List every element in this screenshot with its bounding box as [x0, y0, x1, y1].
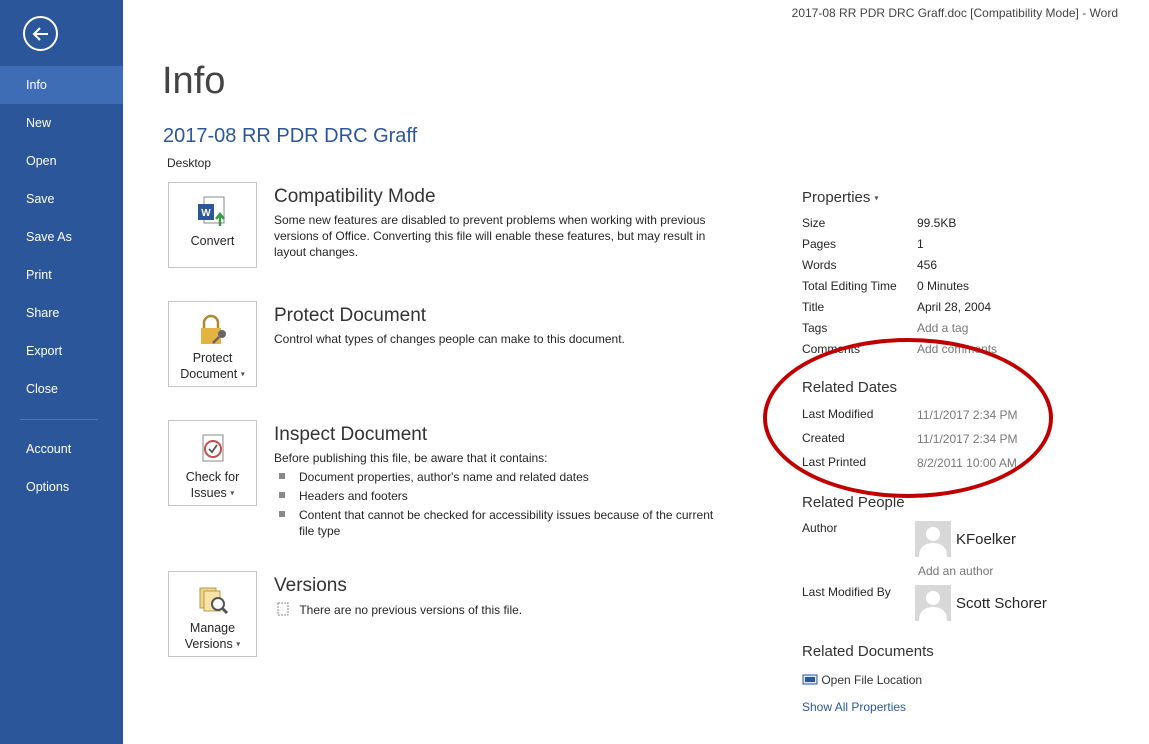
prop-value-editing-time: 0 Minutes	[917, 279, 970, 293]
prop-label-pages: Pages	[802, 237, 837, 251]
prop-value-words: 456	[917, 258, 938, 272]
nav-save[interactable]: Save	[0, 180, 123, 218]
last-modified-by-avatar	[915, 585, 951, 621]
page-title: Info	[162, 60, 226, 102]
versions-desc: There are no previous versions of this f…	[299, 603, 523, 617]
properties-dropdown[interactable]: Properties ▾	[802, 189, 879, 206]
person-icon	[919, 591, 947, 621]
nav-open[interactable]: Open	[0, 142, 123, 180]
author-avatar	[915, 521, 951, 557]
caret-down-icon: ▾	[230, 488, 235, 498]
protect-document-title: Protect Document	[274, 305, 427, 326]
document-icon	[277, 602, 289, 616]
caret-down-icon: ▾	[874, 193, 879, 203]
manage-versions-label-line1: Manage	[189, 621, 236, 635]
nav-share[interactable]: Share	[0, 294, 123, 332]
person-icon	[919, 527, 947, 557]
window-title: 2017-08 RR PDR DRC Graff.doc [Compatibil…	[791, 6, 1118, 20]
backstage-sidebar: Info New Open Save Save As Print Share E…	[0, 0, 123, 744]
prop-value-title[interactable]: April 28, 2004	[917, 300, 991, 314]
open-file-location-link[interactable]: Open File Location	[802, 673, 922, 687]
prop-label-editing-time: Total Editing Time	[802, 279, 897, 293]
nav-new[interactable]: New	[0, 104, 123, 142]
author-label: Author	[802, 521, 838, 535]
list-item: Document properties, author's name and r…	[278, 469, 718, 485]
folder-location-icon	[802, 674, 818, 685]
add-comments-field[interactable]: Add comments	[917, 342, 997, 356]
caret-down-icon: ▾	[240, 369, 245, 379]
lock-key-icon	[200, 314, 226, 344]
related-documents-title: Related Documents	[802, 643, 934, 660]
date-label-last-printed: Last Printed	[802, 455, 867, 469]
compatibility-mode-desc: Some new features are disabled to preven…	[274, 213, 706, 259]
prop-label-title: Title	[802, 300, 825, 314]
versions-icon	[199, 587, 228, 615]
prop-label-words: Words	[802, 258, 837, 272]
document-name: 2017-08 RR PDR DRC Graff	[163, 125, 418, 147]
check-issues-label-line2: Issues	[190, 486, 227, 500]
compatibility-mode-title: Compatibility Mode	[274, 186, 436, 207]
caret-down-icon: ▾	[236, 639, 241, 649]
inspect-bullet-list: Document properties, author's name and r…	[278, 469, 718, 542]
svg-text:W: W	[201, 208, 211, 219]
inspect-document-desc: Before publishing this file, be aware th…	[274, 451, 548, 465]
back-button[interactable]	[23, 16, 58, 51]
last-modified-by-name[interactable]: Scott Schorer	[956, 595, 1047, 612]
date-value-last-modified: 11/1/2017 2:34 PM	[917, 408, 1018, 422]
nav-options[interactable]: Options	[0, 468, 123, 506]
nav-close[interactable]: Close	[0, 370, 123, 408]
prop-label-comments: Comments	[802, 342, 861, 356]
convert-label: Convert	[190, 234, 235, 248]
nav-print[interactable]: Print	[0, 256, 123, 294]
arrow-left-icon	[32, 27, 48, 41]
list-item: Content that cannot be checked for acces…	[278, 507, 718, 539]
protect-label-line2: Document	[180, 367, 238, 381]
convert-button[interactable]: W Convert	[168, 182, 257, 268]
last-modified-by-label: Last Modified By	[802, 585, 891, 599]
versions-info: There are no previous versions of this f…	[276, 602, 522, 617]
protect-document-desc: Control what types of changes people can…	[274, 332, 625, 346]
related-people-title: Related People	[802, 494, 905, 511]
properties-title: Properties	[802, 189, 871, 206]
document-location: Desktop	[167, 156, 212, 170]
manage-versions-button[interactable]: Manage Versions ▾	[168, 571, 257, 657]
add-tag-field[interactable]: Add a tag	[917, 321, 968, 335]
author-name[interactable]: KFoelker	[956, 531, 1016, 548]
date-value-created: 11/1/2017 2:34 PM	[917, 432, 1018, 446]
word-convert-icon: W	[197, 196, 225, 226]
date-value-last-printed: 8/2/2011 10:00 AM	[917, 456, 1017, 470]
nav-info[interactable]: Info	[0, 66, 123, 104]
add-author-link[interactable]: Add an author	[918, 564, 993, 578]
list-item: Headers and footers	[278, 488, 718, 504]
nav-account[interactable]: Account	[0, 430, 123, 468]
show-all-properties-link[interactable]: Show All Properties	[802, 700, 906, 714]
open-file-location-label: Open File Location	[821, 673, 923, 687]
nav-save-as[interactable]: Save As	[0, 218, 123, 256]
protect-document-button[interactable]: Protect Document ▾	[168, 301, 257, 387]
inspect-document-icon	[202, 434, 223, 462]
check-for-issues-button[interactable]: Check for Issues ▾	[168, 420, 257, 506]
manage-versions-label-line2: Versions	[184, 637, 233, 651]
prop-label-tags: Tags	[802, 321, 828, 335]
related-dates-title: Related Dates	[802, 379, 898, 396]
date-label-last-modified: Last Modified	[802, 407, 874, 421]
protect-label-line1: Protect	[192, 351, 233, 365]
versions-title: Versions	[274, 575, 347, 596]
prop-value-size: 99.5KB	[917, 216, 957, 230]
prop-value-pages: 1	[917, 237, 924, 251]
date-label-created: Created	[802, 431, 845, 445]
prop-label-size: Size	[802, 216, 826, 230]
inspect-document-title: Inspect Document	[274, 424, 428, 445]
check-issues-label-line1: Check for	[185, 470, 240, 484]
nav-export[interactable]: Export	[0, 332, 123, 370]
nav-divider	[20, 419, 98, 420]
